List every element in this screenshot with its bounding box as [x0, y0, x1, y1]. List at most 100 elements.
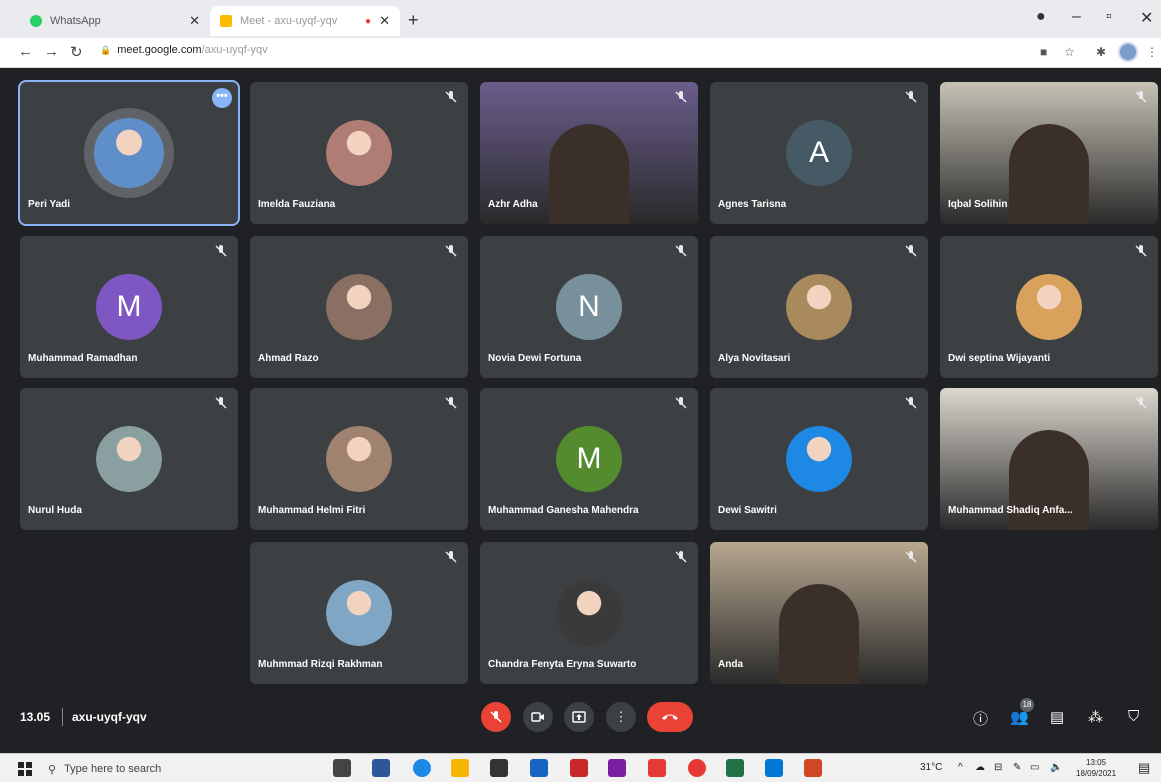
close-icon[interactable]: ✕ [189, 13, 200, 29]
more-options-icon[interactable]: ••• [212, 88, 232, 108]
new-tab-button[interactable]: + [408, 10, 419, 31]
mic-off-button[interactable] [481, 702, 511, 732]
camera-button[interactable] [523, 702, 553, 732]
network-icon[interactable]: ⊟ [994, 762, 1002, 773]
profile-photo [96, 426, 162, 492]
participant-name: Muhammad Ganesha Mahendra [488, 505, 639, 516]
chrome-icon[interactable] [688, 759, 706, 777]
taskbar-search[interactable]: ⚲ Type here to search [48, 759, 288, 779]
participant-tile[interactable]: N Novia Dewi Fortuna [480, 236, 698, 378]
present-button[interactable] [564, 702, 594, 732]
maximize-button[interactable]: ▫ [1106, 8, 1112, 26]
windows-start-icon[interactable] [18, 762, 32, 776]
avatar [786, 274, 852, 340]
person-silhouette [779, 584, 859, 684]
participant-name: Azhr Adha [488, 199, 538, 210]
onenote-icon[interactable] [608, 759, 626, 777]
mic-muted-icon [675, 551, 687, 563]
tab-meet[interactable]: Meet - axu-uyqf-yqv ● ✕ [210, 6, 400, 36]
close-icon[interactable]: ✕ [379, 13, 390, 29]
participant-tile[interactable]: Ahmad Razo [250, 236, 468, 378]
address-bar[interactable]: 🔒 meet.google.com/axu-uyqf-yqv [100, 44, 268, 56]
mic-muted-icon [445, 397, 457, 409]
mic-muted-icon [675, 397, 687, 409]
excel-icon[interactable] [726, 759, 744, 777]
participant-tile[interactable]: Chandra Fenyta Eryna Suwarto [480, 542, 698, 684]
end-call-button[interactable] [647, 702, 693, 732]
participant-tile[interactable]: M Muhammad Ramadhan [20, 236, 238, 378]
participant-tile[interactable]: A Agnes Tarisna [710, 82, 928, 224]
search-icon: ⚲ [48, 763, 57, 776]
extensions-icon[interactable]: ✱ [1096, 45, 1106, 59]
participant-tile[interactable]: Dwi septina Wijayanti [940, 236, 1158, 378]
participant-name: Iqbal Solihin [948, 199, 1008, 210]
letter-avatar: A [786, 120, 852, 186]
chat-icon[interactable]: ▤ [1050, 708, 1064, 726]
battery-icon[interactable]: ▭ [1030, 762, 1039, 773]
temperature[interactable]: 31°C [920, 762, 942, 773]
mail-icon[interactable] [530, 759, 548, 777]
profile-avatar[interactable] [1118, 42, 1138, 62]
onedrive-icon[interactable]: ☁ [975, 762, 985, 773]
word-icon[interactable] [372, 759, 390, 777]
mic-off-icon [490, 711, 502, 723]
participant-tile[interactable]: Muhammad Helmi Fitri [250, 388, 468, 530]
chevron-up-icon[interactable]: ^ [958, 762, 963, 773]
info-icon[interactable]: ⓘ [973, 708, 988, 729]
participant-tile[interactable]: Muhammad Shadiq Anfa... [940, 388, 1158, 530]
file-explorer-icon[interactable] [451, 759, 469, 777]
participant-name: Imelda Fauziana [258, 199, 336, 210]
calendar-icon[interactable] [648, 759, 666, 777]
system-clock[interactable]: 13:05 18/09/2021 [1076, 757, 1116, 779]
participant-name: Nurul Huda [28, 505, 82, 516]
task-view-icon[interactable] [333, 759, 351, 777]
participant-tile[interactable]: Alya Novitasari [710, 236, 928, 378]
activities-icon[interactable]: ⁂ [1088, 708, 1103, 726]
back-arrow-icon[interactable]: ← [18, 43, 33, 60]
meet-control-bar: 13.05 axu-uyqf-yqv ⋮ ⓘ 18 👥 ▤ ⁂ ⛉ [0, 698, 1161, 738]
browser-tab-bar: WhatsApp ✕ Meet - axu-uyqf-yqv ● ✕ + ● –… [0, 0, 1161, 38]
forward-arrow-icon[interactable]: → [44, 43, 59, 60]
participant-tile[interactable]: Iqbal Solihin [940, 82, 1158, 224]
participant-tile[interactable]: Dewi Sawitri [710, 388, 928, 530]
participant-tile[interactable]: ••• Peri Yadi [18, 80, 240, 226]
teams-icon[interactable] [765, 759, 783, 777]
participant-tile[interactable]: Imelda Fauziana [250, 82, 468, 224]
powerpoint-icon[interactable] [804, 759, 822, 777]
host-controls-icon[interactable]: ⛉ [1128, 708, 1139, 725]
divider [62, 708, 63, 726]
close-window-button[interactable]: ✕ [1140, 8, 1153, 28]
edge-icon[interactable] [413, 759, 431, 777]
participant-name: Ahmad Razo [258, 353, 319, 364]
pen-icon[interactable]: ✎ [1013, 762, 1021, 773]
mic-muted-icon [1135, 245, 1147, 257]
mcafee-icon[interactable] [570, 759, 588, 777]
clock-date: 18/09/2021 [1076, 769, 1117, 778]
recording-dot-icon: ● [365, 15, 372, 27]
menu-icon[interactable]: ⋮ [1146, 45, 1158, 59]
mic-muted-icon [1135, 397, 1147, 409]
participant-tile[interactable]: Anda [710, 542, 928, 684]
minimize-button[interactable]: – [1072, 8, 1081, 26]
volume-icon[interactable]: 🔈 [1050, 762, 1062, 773]
participant-tile[interactable]: Azhr Adha [480, 82, 698, 224]
reload-icon[interactable]: ↻ [70, 43, 83, 61]
participant-tile[interactable]: Nurul Huda [20, 388, 238, 530]
tab-whatsapp[interactable]: WhatsApp ✕ [20, 6, 210, 36]
mic-muted-icon [675, 91, 687, 103]
more-options-button[interactable]: ⋮ [606, 702, 636, 732]
notifications-icon[interactable]: ▤ [1138, 760, 1150, 776]
mic-muted-icon [1135, 91, 1147, 103]
letter-avatar: M [96, 274, 162, 340]
store-icon[interactable] [490, 759, 508, 777]
camera-indicator-icon[interactable]: ■ [1040, 45, 1047, 59]
star-icon[interactable]: ☆ [1064, 45, 1075, 59]
people-icon[interactable]: 👥 [1010, 708, 1029, 726]
clock-time: 13:05 [1086, 758, 1107, 767]
participant-tile[interactable]: M Muhammad Ganesha Mahendra [480, 388, 698, 530]
windows-taskbar: ⚲ Type here to search 31°C ^ ☁ ⊟ ✎ ▭ 🔈 1… [0, 753, 1161, 782]
participant-name: Alya Novitasari [718, 353, 791, 364]
participant-name: Novia Dewi Fortuna [488, 353, 582, 364]
record-icon[interactable]: ● [1036, 8, 1046, 26]
participant-tile[interactable]: Muhmmad Rizqi Rakhman [250, 542, 468, 684]
